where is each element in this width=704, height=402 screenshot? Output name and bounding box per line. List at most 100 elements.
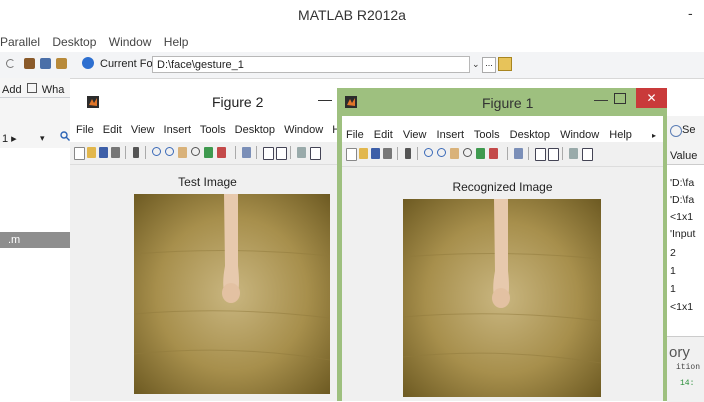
folder-nav[interactable]: 1 ▸ [2,132,17,145]
workspace-value[interactable]: 1 [670,283,676,295]
separator [528,147,529,160]
zoom-in-icon[interactable] [424,148,433,157]
fig1-menu-desktop[interactable]: Desktop [510,129,550,141]
history-entry[interactable]: ition [676,363,700,372]
history-timestamp[interactable]: 14: [680,379,694,388]
matlab-logo-icon [87,96,99,111]
workspace-value[interactable]: <1x1 [670,301,693,313]
workspace-value[interactable]: <1x1 [670,211,693,223]
current-folder-input[interactable] [152,56,470,73]
pointer-icon[interactable] [405,148,411,159]
whats-new-label[interactable]: Wha [42,84,65,96]
pointer-icon[interactable] [133,147,139,158]
shortcut-icon[interactable] [26,83,37,93]
fig1-menu-help[interactable]: Help [609,129,632,141]
fig1-menu-edit[interactable]: Edit [374,129,393,141]
rotate-icon[interactable] [463,148,472,157]
shortcuts-bar: Add Wha [2,83,64,96]
fig1-menu-tools[interactable]: Tools [474,129,500,141]
hide-tools-icon[interactable] [569,148,578,159]
menu-overflow-icon[interactable]: ▸ [652,131,656,140]
pan-icon[interactable] [178,147,187,158]
redo-icon[interactable] [6,59,15,68]
test-image-title: Test Image [178,175,237,189]
open-icon[interactable] [359,148,368,159]
brush-icon[interactable] [217,147,226,158]
add-shortcut-label[interactable]: Add [2,84,22,96]
figure-2-toolbar [70,142,345,165]
workspace-value[interactable]: 'D:\fa [670,177,694,189]
recognized-image [402,199,602,397]
workspace-value[interactable]: 'Input [670,228,695,240]
separator [290,146,291,159]
command-history-title: ory [669,344,690,361]
save-icon[interactable] [99,147,108,158]
fig2-menu-window[interactable]: Window [284,124,323,136]
data-cursor-icon[interactable] [204,147,213,158]
figure-1-maximize-button[interactable] [614,93,626,104]
help-icon[interactable] [82,57,94,69]
search-icon[interactable] [60,130,70,144]
workspace-value[interactable]: 'D:\fa [670,194,694,206]
link-icon[interactable] [514,148,523,159]
new-figure-icon[interactable] [74,147,85,160]
fig1-menu-insert[interactable]: Insert [437,129,465,141]
legend-icon[interactable] [276,147,287,160]
figure-2-title-bar[interactable] [70,88,345,116]
fig1-menu-file[interactable]: File [346,129,364,141]
legend-icon[interactable] [548,148,559,161]
link-icon[interactable] [242,147,251,158]
separator [397,147,398,160]
print-icon[interactable] [383,148,392,159]
copy-icon[interactable] [40,58,51,69]
figure-1-close-button[interactable]: ✕ [636,88,667,108]
zoom-out-icon[interactable] [437,148,446,157]
chevron-down-icon[interactable]: ▾ [40,133,45,144]
paste-icon[interactable] [56,58,67,69]
folder-dropdown-icon[interactable]: ⌄ [472,59,480,70]
fig2-menu-tools[interactable]: Tools [200,124,226,136]
figure-1-menu: File Edit View Insert Tools Desktop Wind… [346,129,639,141]
folder-up-icon[interactable] [498,57,512,71]
separator [562,147,563,160]
fig2-menu-file[interactable]: File [76,124,94,136]
fig2-menu-insert[interactable]: Insert [164,124,192,136]
print-icon[interactable] [111,147,120,158]
zoom-in-icon[interactable] [152,147,161,156]
browse-folder-button[interactable]: ... [482,57,496,73]
cut-icon[interactable] [24,58,35,69]
pan-icon[interactable] [450,148,459,159]
save-icon[interactable] [371,148,380,159]
fig1-menu-window[interactable]: Window [560,129,599,141]
minimize-button[interactable]: - [688,5,693,21]
new-figure-icon[interactable] [346,148,357,161]
menu-help[interactable]: Help [164,35,189,49]
rotate-icon[interactable] [191,147,200,156]
app-title: MATLAB R2012a [298,7,406,23]
figure-2-minimize-button[interactable]: — [318,91,332,107]
menu-desktop[interactable]: Desktop [52,35,96,49]
brush-icon[interactable] [489,148,498,159]
fig2-menu-edit[interactable]: Edit [103,124,122,136]
show-tools-icon[interactable] [582,148,593,161]
recognized-image-title: Recognized Image [452,180,553,194]
zoom-out-icon[interactable] [165,147,174,156]
fig2-menu-view[interactable]: View [131,124,155,136]
hide-tools-icon[interactable] [297,147,306,158]
figure-1-toolbar [342,142,663,167]
colorbar-icon[interactable] [263,147,274,160]
fig2-menu-desktop[interactable]: Desktop [235,124,275,136]
workspace-value[interactable]: 2 [670,247,676,259]
show-tools-icon[interactable] [310,147,321,160]
separator [507,147,508,160]
open-icon[interactable] [87,147,96,158]
data-cursor-icon[interactable] [476,148,485,159]
menu-window[interactable]: Window [109,35,152,49]
workspace-value[interactable]: 1 [670,265,676,277]
menu-parallel[interactable]: Parallel [0,35,40,49]
fig1-menu-view[interactable]: View [403,129,427,141]
separator [125,146,126,159]
figure-1-minimize-button[interactable]: — [594,91,608,107]
colorbar-icon[interactable] [535,148,546,161]
divider [0,97,70,98]
